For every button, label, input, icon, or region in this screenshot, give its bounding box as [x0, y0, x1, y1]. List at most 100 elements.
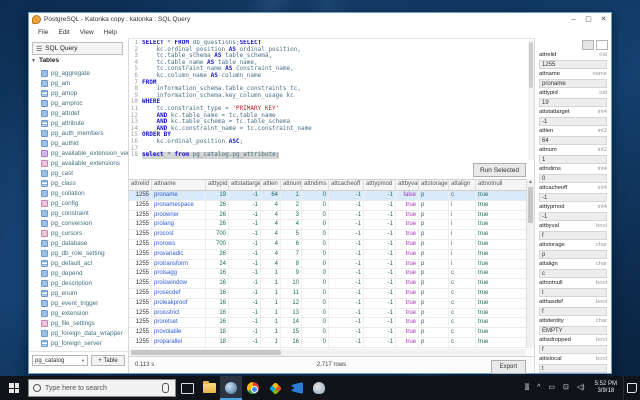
sidebar-item-pg_extension[interactable]: pg_extension	[29, 308, 128, 318]
cell-atttypid[interactable]: 16	[206, 269, 229, 279]
cell-attndims[interactable]: 0	[302, 230, 329, 239]
cell-attnum[interactable]: 9	[281, 269, 302, 279]
cell-attndims[interactable]: 0	[302, 337, 329, 347]
table-row[interactable]: 1255 pronamespace 26 -1 4 2 0 -1 -1 true p i true	[129, 200, 526, 211]
menu-item-help[interactable]: Help	[99, 29, 122, 36]
cell-attname[interactable]: proleakproof	[152, 298, 206, 308]
cell-attstorage[interactable]: p	[419, 191, 449, 200]
cell-attalign[interactable]: c	[449, 279, 476, 288]
cell-attalign[interactable]: i	[449, 200, 476, 210]
cell-attname[interactable]: proisstrict	[152, 308, 206, 318]
cell-attnotnull[interactable]: true	[476, 260, 526, 269]
field-value-input[interactable]: 1255	[539, 60, 607, 69]
sidebar-item-pg_foreign_data_wrapper[interactable]: pg_foreign_data_wrapper	[29, 328, 128, 338]
cell-atttypid[interactable]: 16	[206, 318, 229, 328]
minimize-button[interactable]: –	[566, 14, 581, 26]
sidebar-item-pg_event_trigger[interactable]: pg_event_trigger	[29, 298, 128, 308]
cell-attstattarget[interactable]: -1	[229, 239, 261, 249]
cell-attname[interactable]: proparallel	[152, 337, 206, 347]
schema-select[interactable]: pg_catalog ▼	[32, 355, 88, 366]
display-icon[interactable]: ⊡	[563, 376, 569, 400]
cell-attlen[interactable]: 4	[261, 210, 281, 220]
sidebar-item-pg_depend[interactable]: pg_depend	[29, 268, 128, 278]
cell-attrelid[interactable]: 1255	[129, 328, 152, 337]
cell-atttypid[interactable]: 18	[206, 337, 229, 347]
cell-atttypid[interactable]: 18	[206, 328, 229, 337]
network-icon[interactable]: ⫿⫿	[525, 376, 529, 400]
cell-attalign[interactable]: c	[449, 337, 476, 347]
cell-attstorage[interactable]: p	[419, 328, 449, 337]
field-value-input[interactable]: f	[539, 231, 607, 240]
cell-attname[interactable]: proiswindow	[152, 279, 206, 288]
cell-attcacheoff[interactable]: -1	[329, 298, 364, 308]
cell-attndims[interactable]: 0	[302, 239, 329, 249]
cell-attbyval[interactable]: true	[396, 308, 419, 318]
cell-attalign[interactable]: c	[449, 288, 476, 298]
field-value-input[interactable]: 19	[539, 98, 607, 107]
table-row[interactable]: 1255 provariadic 26 -1 4 7 0 -1 -1 true p i true	[129, 249, 526, 260]
cell-attstorage[interactable]: p	[419, 279, 449, 288]
field-value-input[interactable]: f	[539, 307, 607, 316]
field-value-input[interactable]: t	[539, 288, 607, 297]
cell-attstorage[interactable]: p	[419, 288, 449, 298]
cell-attlen[interactable]: 1	[261, 288, 281, 298]
table-row[interactable]: 1255 proowner 26 -1 4 3 0 -1 -1 true p i true	[129, 210, 526, 221]
sidebar-item-pg_attribute[interactable]: pg_attribute	[29, 118, 128, 128]
cell-attcacheoff[interactable]: -1	[329, 249, 364, 259]
cell-attalign[interactable]: c	[449, 308, 476, 318]
cell-attstattarget[interactable]: -1	[229, 249, 261, 259]
cell-attbyval[interactable]: true	[396, 298, 419, 308]
sidebar-item-pg_available_extensions[interactable]: pg_available_extensions	[29, 158, 128, 168]
cell-attndims[interactable]: 0	[302, 191, 329, 200]
cell-attrelid[interactable]: 1255	[129, 337, 152, 347]
cell-attlen[interactable]: 4	[261, 259, 281, 269]
cell-atttypid[interactable]: 700	[206, 230, 229, 239]
cell-attalign[interactable]: i	[449, 230, 476, 239]
column-header-attstattarget[interactable]: attstattarget	[229, 180, 261, 190]
column-header-attnotnull[interactable]: attnotnull	[476, 180, 526, 190]
cell-atttypid[interactable]: 26	[206, 200, 229, 210]
sidebar-item-pg_class[interactable]: pg_class	[29, 178, 128, 188]
sidebar-item-pg_am[interactable]: pg_am	[29, 78, 128, 88]
cell-attname[interactable]: proowner	[152, 210, 206, 220]
cell-attstorage[interactable]: p	[419, 308, 449, 318]
cell-atttypmod[interactable]: -1	[364, 269, 396, 279]
cell-attlen[interactable]: 4	[261, 200, 281, 210]
table-row[interactable]: 1255 proiswindow 16 -1 1 10 0 -1 -1 true p c true	[129, 279, 526, 289]
taskbar-photos-icon[interactable]	[264, 376, 286, 400]
cell-attalign[interactable]: i	[449, 239, 476, 249]
cell-attstattarget[interactable]: -1	[229, 337, 261, 347]
cell-attname[interactable]: proname	[152, 191, 206, 200]
editor-line-9[interactable]: 9 information_schema.key_column_usage kc	[129, 92, 528, 100]
cell-atttypmod[interactable]: -1	[364, 249, 396, 259]
cell-attnotnull[interactable]: true	[476, 250, 526, 259]
column-header-attcacheoff[interactable]: attcacheoff	[329, 180, 364, 190]
cell-attndims[interactable]: 0	[302, 259, 329, 269]
cell-attstattarget[interactable]: -1	[229, 220, 261, 230]
column-header-attrelid[interactable]: attrelid	[129, 180, 152, 190]
cell-attstattarget[interactable]: -1	[229, 259, 261, 269]
sidebar-item-pg_description[interactable]: pg_description	[29, 278, 128, 288]
column-header-attlen[interactable]: attlen	[261, 180, 281, 190]
cell-attnum[interactable]: 7	[281, 249, 302, 259]
table-row[interactable]: 1255 prorows 700 -1 4 6 0 -1 -1 true p i true	[129, 239, 526, 250]
sidebar-item-pg_cast[interactable]: pg_cast	[29, 168, 128, 178]
cell-attlen[interactable]: 4	[261, 249, 281, 259]
cell-attrelid[interactable]: 1255	[129, 249, 152, 259]
cell-atttypmod[interactable]: -1	[364, 288, 396, 298]
field-value-input[interactable]: -1	[539, 212, 607, 221]
field-value-input[interactable]: 1	[539, 155, 607, 164]
title-bar[interactable]: PostgreSQL - Katonka copy : katonka : SQ…	[29, 13, 611, 27]
cell-attnotnull[interactable]: true	[476, 328, 526, 337]
cell-attnotnull[interactable]: true	[476, 230, 526, 239]
cell-attname[interactable]: prosecdef	[152, 288, 206, 298]
cell-attstorage[interactable]: p	[419, 220, 449, 230]
cell-attrelid[interactable]: 1255	[129, 210, 152, 220]
cell-atttypmod[interactable]: -1	[364, 318, 396, 328]
add-table-button[interactable]: + Table	[91, 355, 125, 366]
battery-icon[interactable]: ▭	[548, 376, 555, 400]
table-row[interactable]: 1255 provolatile 18 -1 1 15 0 -1 -1 true p c true	[129, 328, 526, 338]
cell-atttypid[interactable]: 16	[206, 279, 229, 288]
cell-attstorage[interactable]: p	[419, 269, 449, 279]
cell-attstorage[interactable]: p	[419, 230, 449, 239]
